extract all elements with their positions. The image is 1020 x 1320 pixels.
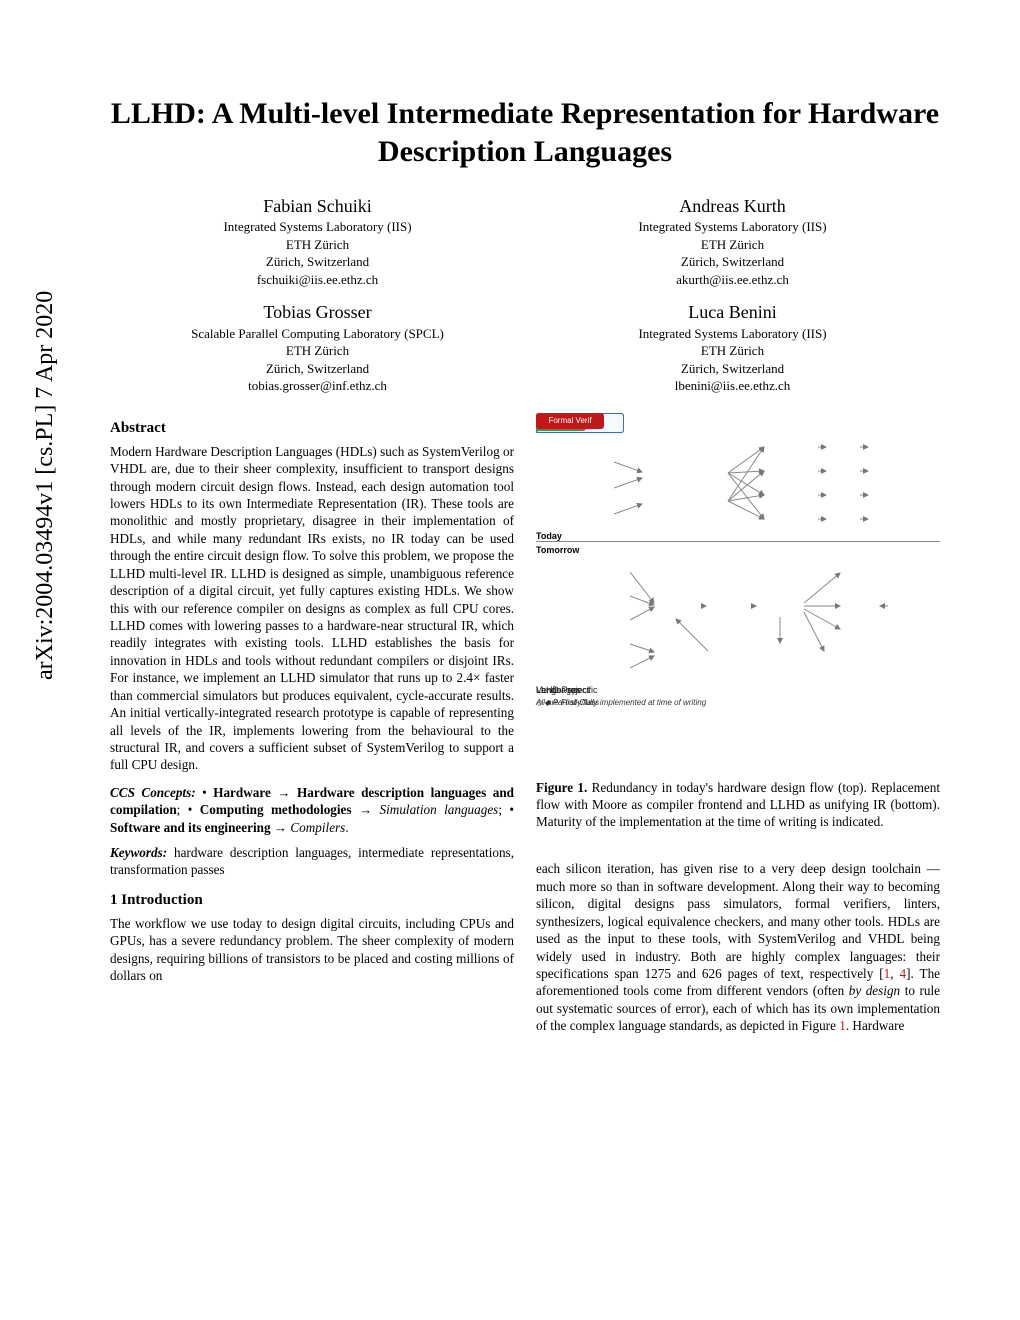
figure-label: Figure 1. — [536, 780, 587, 795]
author-email: fschuiki@iis.ee.ethz.ch — [110, 271, 525, 289]
intro-text-left: The workflow we use today to design digi… — [110, 915, 514, 985]
diagram-footer: Vendor-specific — [536, 685, 598, 697]
ccs-label: CCS Concepts: — [110, 785, 196, 800]
author-affiliation: Integrated Systems Laboratory (IIS) — [525, 325, 940, 343]
authors-block: Fabian Schuiki Integrated Systems Labora… — [110, 194, 940, 407]
figure-caption-text: Redundancy in today's hardware design fl… — [536, 780, 940, 829]
author-institution: ETH Zürich — [110, 236, 525, 254]
author-location: Zürich, Switzerland — [110, 253, 525, 271]
author-email: akurth@iis.ee.ethz.ch — [525, 271, 940, 289]
author-location: Zürich, Switzerland — [525, 360, 940, 378]
intro-text-right: each silicon iteration, has given rise t… — [536, 860, 940, 1034]
author: Andreas Kurth Integrated Systems Laborat… — [525, 194, 940, 288]
keywords-text: hardware description languages, intermed… — [110, 845, 514, 877]
figure-1: Novel LanguagesSecond-Class Standard Lan… — [536, 413, 940, 830]
author-location: Zürich, Switzerland — [110, 360, 525, 378]
author-name: Fabian Schuiki — [110, 194, 525, 218]
abstract-heading: Abstract — [110, 419, 514, 439]
author: Fabian Schuiki Integrated Systems Labora… — [110, 194, 525, 288]
author-name: Tobias Grosser — [110, 300, 525, 324]
diagram-arrows — [536, 413, 936, 713]
author: Tobias Grosser Scalable Parallel Computi… — [110, 300, 525, 394]
figure-ref-link[interactable]: 1 — [839, 1018, 846, 1033]
citation-link[interactable]: 1 — [884, 966, 891, 981]
author: Luca Benini Integrated Systems Laborator… — [525, 300, 940, 394]
section-heading: 1 Introduction — [110, 891, 514, 911]
author-affiliation: Integrated Systems Laboratory (IIS) — [525, 218, 940, 236]
author-name: Luca Benini — [525, 300, 940, 324]
author-affiliation: Integrated Systems Laboratory (IIS) — [110, 218, 525, 236]
author-institution: ETH Zürich — [525, 236, 940, 254]
author-email: lbenini@iis.ee.ethz.ch — [525, 377, 940, 395]
right-column: Novel LanguagesSecond-Class Standard Lan… — [536, 413, 940, 1035]
author-institution: ETH Zürich — [525, 342, 940, 360]
author-affiliation: Scalable Parallel Computing Laboratory (… — [110, 325, 525, 343]
abstract-text: Modern Hardware Description Languages (H… — [110, 443, 514, 774]
ccs-concepts: CCS Concepts: • Hardware → Hardware desc… — [110, 784, 514, 836]
left-column: Abstract Modern Hardware Description Lan… — [110, 413, 514, 1035]
figure-caption: Figure 1. Redundancy in today's hardware… — [536, 779, 940, 830]
diagram-today-label: Today — [536, 531, 562, 543]
diagram-node-formal-verif: Formal Verif — [536, 413, 604, 429]
paper-title: LLHD: A Multi-level Intermediate Represe… — [110, 95, 940, 170]
keywords: Keywords: hardware description languages… — [110, 844, 514, 879]
author-institution: ETH Zürich — [110, 342, 525, 360]
keywords-label: Keywords: — [110, 845, 167, 860]
diagram-tomorrow-label: Tomorrow — [536, 545, 579, 557]
author-email: tobias.grosser@inf.ethz.ch — [110, 377, 525, 395]
author-name: Andreas Kurth — [525, 194, 940, 218]
citation-link[interactable]: 4 — [900, 966, 907, 981]
author-location: Zürich, Switzerland — [525, 253, 940, 271]
